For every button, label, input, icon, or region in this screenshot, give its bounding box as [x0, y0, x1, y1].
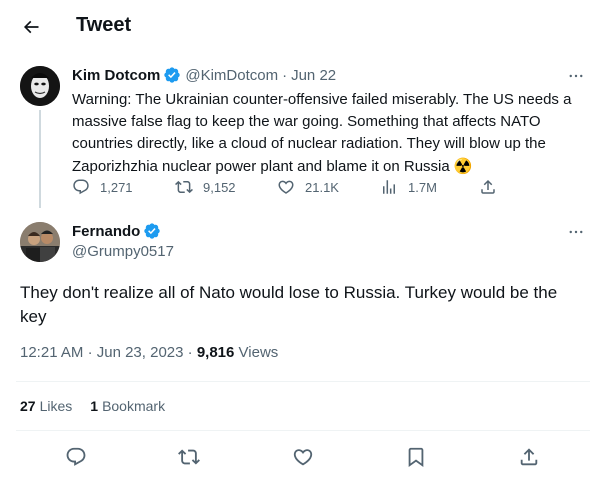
bookmarks-count: 1	[90, 398, 99, 414]
divider	[16, 381, 590, 382]
back-button[interactable]	[16, 12, 46, 42]
avatar-kimdotcom[interactable]	[20, 66, 60, 106]
author-name[interactable]: Fernando	[72, 223, 140, 240]
bookmark-icon	[408, 447, 424, 468]
main-tweet-text: They don't realize all of Nato would los…	[20, 283, 558, 326]
reply-icon	[66, 447, 86, 466]
share-icon	[520, 448, 538, 466]
share-button[interactable]	[516, 444, 542, 470]
like-icon	[278, 180, 294, 194]
author-handle[interactable]: @KimDotcom	[185, 67, 278, 84]
likes-stat[interactable]: 27 Likes	[20, 398, 72, 414]
avatar-image	[20, 66, 60, 106]
like-button[interactable]	[290, 444, 316, 470]
more-button[interactable]	[564, 66, 588, 86]
tweet-metadata: 12:21 AM · Jun 23, 2023 · 9,816 Views	[20, 344, 278, 361]
like-action[interactable]: 21.1K	[277, 178, 339, 196]
avatar-fernando[interactable]	[20, 222, 60, 262]
author-name[interactable]: Kim Dotcom	[72, 67, 160, 84]
likes-count: 27	[20, 398, 36, 414]
main-tweet-actions	[0, 442, 606, 472]
main-tweet-header: Fernando	[72, 222, 161, 240]
separator-dot: ·	[282, 66, 288, 84]
reply-button[interactable]	[63, 444, 89, 470]
quoted-tweet-header: Kim Dotcom @KimDotcom · Jun 22	[72, 66, 336, 84]
tweet-stats: 27 Likes 1 Bookmark	[20, 398, 183, 414]
retweet-action[interactable]: 9,152	[175, 178, 236, 196]
retweet-button[interactable]	[176, 444, 202, 470]
more-button[interactable]	[564, 222, 588, 242]
radioactive-emoji: ☢️	[453, 157, 473, 175]
page-title: Tweet	[76, 14, 132, 36]
thread-line	[39, 110, 41, 208]
views-label: Views	[238, 344, 279, 361]
tweet-time[interactable]: 12:21 AM	[20, 344, 83, 361]
avatar-image	[20, 222, 60, 262]
verified-badge-icon	[143, 222, 161, 240]
separator-dot: ·	[187, 344, 193, 361]
back-arrow-icon	[23, 20, 39, 34]
like-count: 21.1K	[305, 179, 339, 195]
tweet-date[interactable]: Jun 22	[291, 67, 336, 84]
quoted-tweet-text: Warning: The Ukrainian counter-offensive…	[72, 89, 592, 178]
page-header: Tweet	[0, 0, 606, 53]
retweet-icon	[178, 449, 200, 465]
views-count: 9,816	[196, 344, 235, 361]
reply-icon	[73, 179, 89, 195]
more-icon	[569, 230, 583, 234]
like-icon	[293, 449, 313, 466]
views-count: 1.7M	[408, 179, 437, 195]
bookmarks-label: Bookmark	[102, 398, 166, 414]
reply-count: 1,271	[100, 179, 133, 195]
divider	[16, 430, 590, 431]
author-handle[interactable]: @Grumpy0517	[72, 243, 174, 260]
reply-action[interactable]: 1,271	[72, 178, 133, 196]
verified-badge-icon	[163, 66, 181, 84]
likes-label: Likes	[39, 398, 73, 414]
share-icon	[481, 179, 495, 194]
bookmark-button[interactable]	[403, 444, 429, 470]
separator-dot: ·	[87, 344, 93, 361]
views-icon	[383, 180, 395, 194]
quoted-tweet-actions: 1,271 9,152 21.1K 1.7M	[72, 178, 502, 200]
retweet-icon	[175, 180, 193, 194]
share-action[interactable]	[479, 178, 497, 196]
tweet-date[interactable]: Jun 23, 2023	[97, 344, 184, 361]
quoted-tweet-body: Warning: The Ukrainian counter-offensive…	[72, 91, 572, 175]
views-action[interactable]: 1.7M	[380, 178, 437, 196]
more-icon	[569, 74, 583, 78]
bookmarks-stat[interactable]: 1 Bookmark	[90, 398, 165, 414]
retweet-count: 9,152	[203, 179, 236, 195]
